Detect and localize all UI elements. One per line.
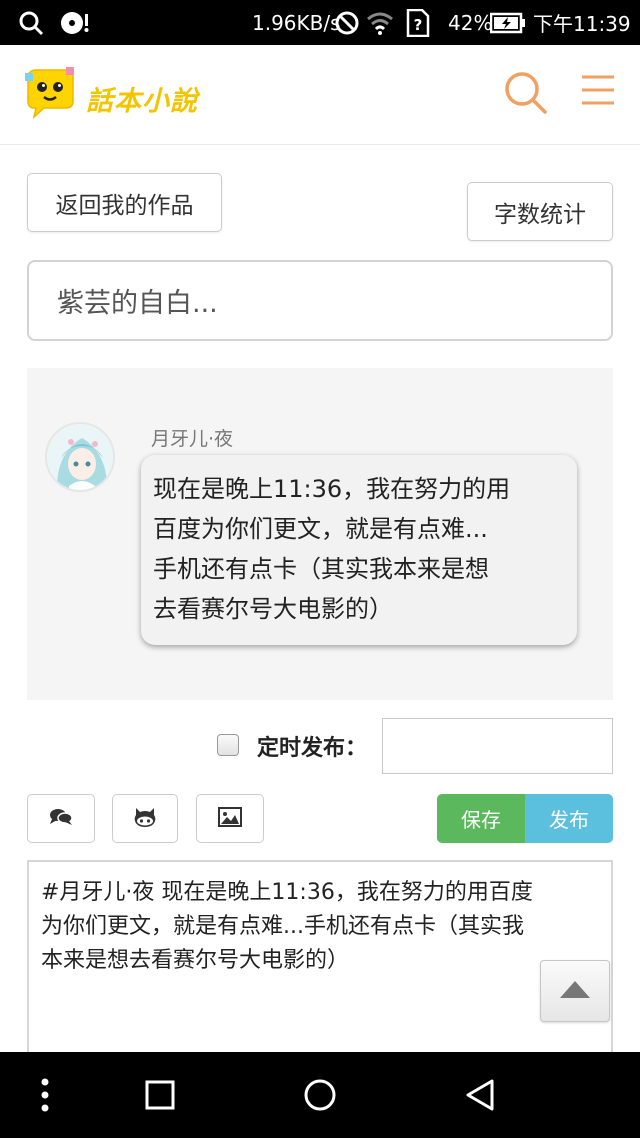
content-editor[interactable]: #月牙儿·夜 现在是晚上11:36，我在努力的用百度 为你们更文，就是有点难..… [27,860,613,1060]
editor-line: 为你们更文，就是有点难...手机还有点卡（其实我 [41,914,524,939]
home-icon[interactable] [295,1070,345,1120]
message-line: 百度为你们更文，就是有点难... [153,515,488,543]
editor-line: #月牙儿·夜 现在是晚上11:36，我在努力的用百度 [41,880,533,905]
scheduled-publish-label: 定时发布： [257,736,368,761]
chat-bubbles-icon [49,807,73,831]
scheduled-publish-checkbox[interactable] [217,734,239,756]
scheduled-time-input[interactable] [382,718,613,774]
message-line: 现在是晚上11:36，我在努力的用 [153,475,511,503]
back-to-my-works-button[interactable]: 返回我的作品 [27,173,222,232]
publish-button[interactable]: 发布 [525,794,613,843]
search-icon[interactable] [502,69,548,115]
status-bar: 1.96KB/s ? 42% 下午11:39 [0,0,640,45]
save-button[interactable]: 保存 [437,794,525,843]
logo-mascot-icon[interactable] [22,67,78,121]
app-header: 話本小說 [0,45,640,145]
music-icon [60,0,90,45]
github-icon [133,806,157,832]
search-icon [18,0,44,45]
chapter-title-input[interactable]: 紫芸的自白... [27,260,613,341]
system-navigation-bar [0,1052,640,1138]
svg-text:?: ? [414,16,423,34]
editor-line: 本来是想去看赛尔号大电影的） [41,948,350,973]
github-button[interactable] [112,794,178,843]
more-options-icon[interactable] [20,1070,70,1120]
clock: 下午11:39 [533,12,631,36]
battery-charging-icon [490,0,526,45]
chat-preview: 月牙儿·夜 现在是晚上11:36，我在努力的用 百度为你们更文，就是有点难...… [27,368,613,700]
message-line: 手机还有点卡（其实我本来是想 [153,555,489,583]
message-bubble: 现在是晚上11:36，我在努力的用 百度为你们更文，就是有点难... 手机还有点… [141,455,577,645]
triangle-up-icon [558,979,592,1003]
image-icon [218,806,242,831]
no-disturb-icon [334,0,360,45]
message-line: 去看赛尔号大电影的） [153,595,393,623]
word-count-button[interactable]: 字数统计 [467,182,613,241]
dialogue-button[interactable] [27,794,95,843]
battery-level: 42% [448,10,493,35]
back-icon[interactable] [455,1070,505,1120]
recent-apps-icon[interactable] [135,1070,185,1120]
network-speed: 1.96KB/s [252,10,341,35]
sim-unknown-icon: ? [406,0,430,45]
menu-icon[interactable] [580,73,616,109]
logo-text[interactable]: 話本小說 [86,79,198,118]
wifi-icon [366,0,394,45]
avatar [45,422,115,492]
insert-image-button[interactable] [196,794,264,843]
nickname: 月牙儿·夜 [151,428,234,450]
scroll-to-top-button[interactable] [540,960,610,1022]
